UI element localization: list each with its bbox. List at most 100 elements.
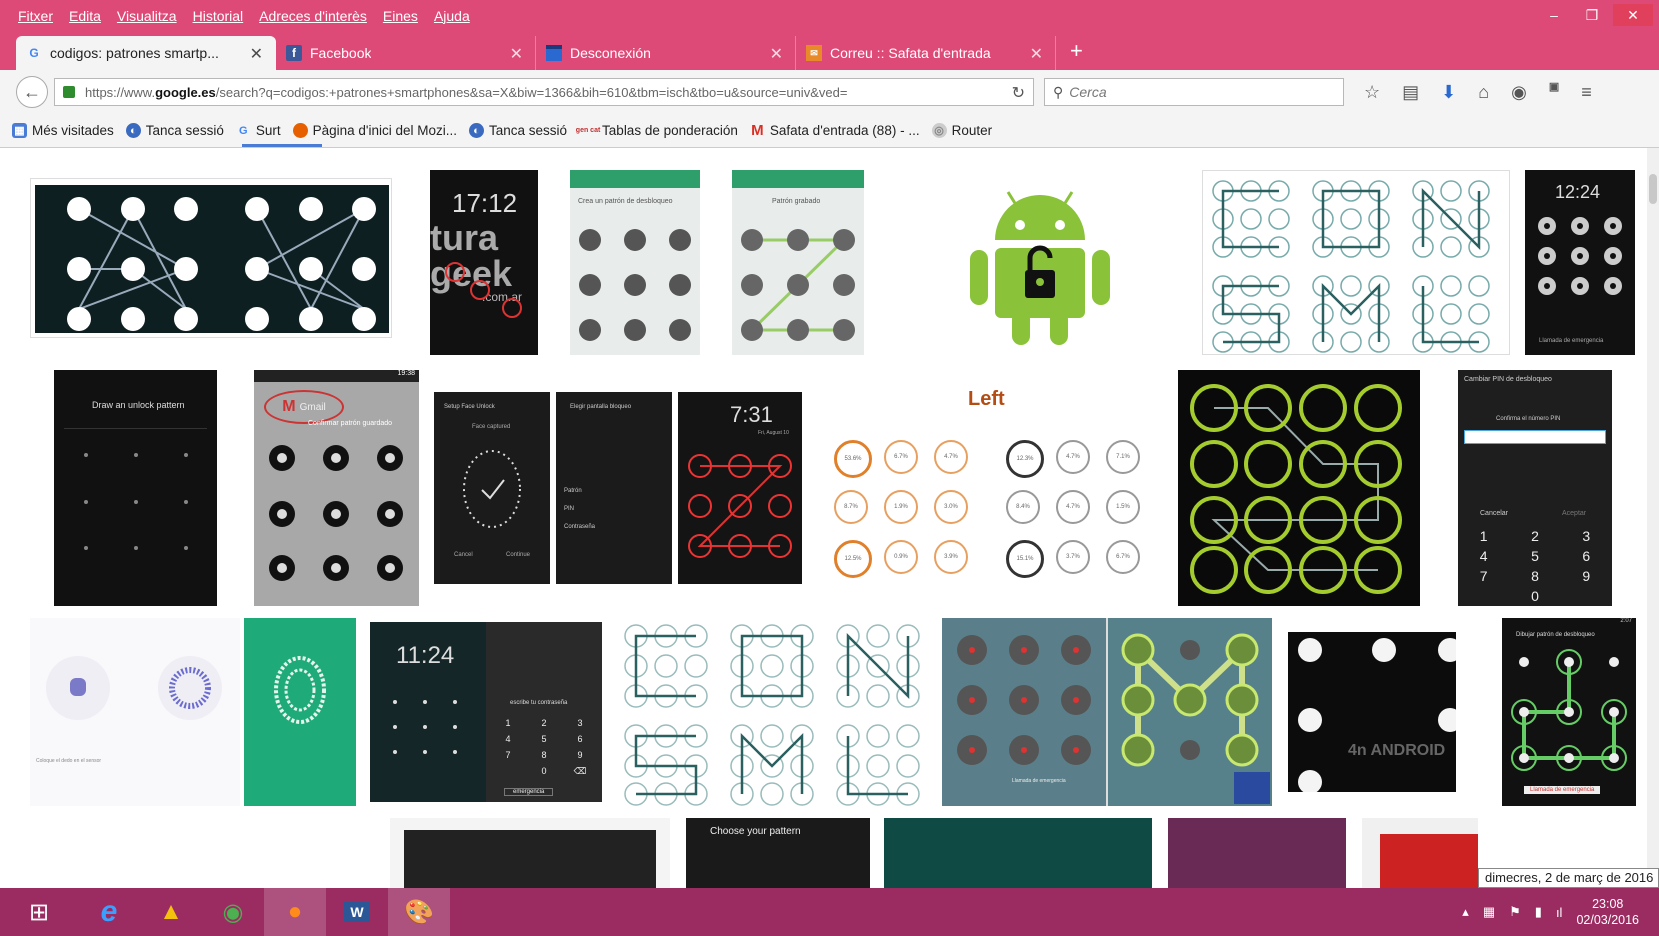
result-image-9[interactable]: 19:38 M Gmail Confirmar patrón guardado bbox=[254, 370, 419, 606]
chat-icon[interactable]: ◉ bbox=[1511, 82, 1527, 103]
result-image-4[interactable]: Patrón grabado bbox=[732, 170, 864, 355]
backspace-icon[interactable]: ⌫ bbox=[562, 766, 598, 777]
continue-button[interactable]: Continue bbox=[506, 552, 530, 558]
result-image-25[interactable] bbox=[884, 818, 1152, 888]
menu-help[interactable]: Ajuda bbox=[434, 8, 470, 24]
result-image-2[interactable]: 17:12 tura geek .com.ar bbox=[430, 170, 538, 355]
result-image-17[interactable] bbox=[244, 618, 356, 806]
result-image-15[interactable]: Cambiar PIN de desbloqueo Confirma el nú… bbox=[1458, 370, 1612, 606]
result-image-27[interactable] bbox=[1362, 818, 1478, 888]
result-image-7[interactable]: 12:24 Llamada de emergencia bbox=[1525, 170, 1635, 355]
result-image-1[interactable] bbox=[30, 178, 392, 338]
close-tab-icon[interactable]: ✕ bbox=[510, 44, 523, 64]
key-1[interactable]: 1 bbox=[1458, 528, 1509, 544]
key-7[interactable]: 7 bbox=[490, 750, 526, 760]
key-4[interactable]: 4 bbox=[1458, 548, 1509, 564]
menu-edit[interactable]: Edita bbox=[69, 8, 101, 24]
result-image-5[interactable] bbox=[890, 170, 1188, 355]
bookmark-router[interactable]: ◎ Router bbox=[931, 123, 992, 138]
tab-facebook[interactable]: f Facebook ✕ bbox=[276, 36, 536, 70]
menu-file[interactable]: Fitxer bbox=[18, 8, 53, 24]
flag-icon[interactable]: ⚑ bbox=[1509, 904, 1521, 920]
taskbar-paint[interactable]: 🎨 bbox=[388, 888, 450, 936]
pin-input[interactable] bbox=[1464, 430, 1606, 444]
option-pin[interactable]: PIN bbox=[564, 506, 574, 512]
back-button[interactable]: ← bbox=[16, 76, 48, 108]
result-image-19[interactable] bbox=[616, 618, 928, 806]
menu-bookmarks[interactable]: Adreces d'interès bbox=[259, 8, 367, 24]
start-button[interactable]: ⊞ bbox=[0, 888, 78, 936]
emergency-call-button[interactable]: Llamada de emergencia bbox=[1524, 786, 1601, 794]
close-tab-icon[interactable]: ✕ bbox=[770, 44, 783, 64]
taskbar-drive[interactable]: ▲ bbox=[140, 888, 202, 936]
key-7[interactable]: 7 bbox=[1458, 568, 1509, 584]
vertical-scrollbar[interactable] bbox=[1647, 148, 1659, 888]
reload-icon[interactable]: ↻ bbox=[1012, 83, 1025, 103]
reading-list-icon[interactable]: ▤ bbox=[1402, 82, 1419, 103]
key-2[interactable]: 2 bbox=[526, 718, 562, 728]
scrollbar-thumb[interactable] bbox=[1649, 174, 1657, 204]
result-image-24[interactable]: Choose your pattern bbox=[686, 818, 870, 888]
bookmark-logout-1[interactable]: ◐ Tanca sessió bbox=[125, 123, 224, 138]
key-9[interactable]: 9 bbox=[1561, 568, 1612, 584]
tab-disconnect[interactable]: Desconexión ✕ bbox=[536, 36, 796, 70]
key-8[interactable]: 8 bbox=[526, 750, 562, 760]
key-3[interactable]: 3 bbox=[562, 718, 598, 728]
chevron-up-icon[interactable]: ▴ bbox=[1462, 904, 1469, 920]
bookmark-logout-2[interactable]: ◐ Tanca sessió bbox=[469, 123, 567, 138]
star-icon[interactable]: ☆ bbox=[1364, 82, 1380, 103]
emergency-button[interactable]: emergencia bbox=[504, 788, 554, 796]
accept-button[interactable]: Aceptar bbox=[1562, 510, 1586, 517]
taskbar-firefox[interactable]: ● bbox=[264, 888, 326, 936]
close-window-icon[interactable]: ✕ bbox=[1613, 4, 1653, 26]
result-image-8[interactable]: Draw an unlock pattern bbox=[54, 370, 217, 606]
key-2[interactable]: 2 bbox=[1509, 528, 1560, 544]
result-image-6[interactable] bbox=[1202, 170, 1510, 355]
restore-icon[interactable]: ❐ bbox=[1575, 4, 1609, 26]
key-1[interactable]: 1 bbox=[490, 718, 526, 728]
clock[interactable]: 23:08 02/03/2016 bbox=[1576, 896, 1639, 928]
tab-mail[interactable]: ✉ Correu :: Safata d'entrada ✕ bbox=[796, 36, 1056, 70]
result-image-21[interactable]: 4n ANDROID bbox=[1288, 632, 1456, 792]
url-bar[interactable]: https://www.google.es/search?q=codigos:+… bbox=[54, 78, 1034, 106]
youtube-icon[interactable]: ▣ bbox=[1549, 81, 1559, 103]
result-image-10[interactable]: Setup Face Unlock Face captured Cancel C… bbox=[434, 392, 550, 584]
menu-tools[interactable]: Eines bbox=[383, 8, 418, 24]
key-3[interactable]: 3 bbox=[1561, 528, 1612, 544]
download-icon[interactable]: ⬇ bbox=[1441, 82, 1456, 103]
home-icon[interactable]: ⌂ bbox=[1478, 82, 1489, 103]
new-tab-button[interactable]: + bbox=[1070, 38, 1083, 64]
menu-history[interactable]: Historial bbox=[193, 8, 244, 24]
result-image-20[interactable]: Llamada de emergencia bbox=[942, 618, 1272, 806]
cancel-button[interactable]: Cancelar bbox=[1480, 510, 1508, 517]
bookmark-most-visited[interactable]: ▦ Més visitades bbox=[12, 123, 114, 138]
result-image-26[interactable] bbox=[1168, 818, 1346, 888]
taskbar-word[interactable]: W bbox=[326, 888, 388, 936]
signal-icon[interactable]: ıl bbox=[1556, 905, 1563, 920]
close-tab-icon[interactable]: ✕ bbox=[250, 44, 263, 64]
taskbar-ie[interactable]: e bbox=[78, 888, 140, 936]
result-image-16[interactable]: Coloque el dedo en el sensor bbox=[30, 618, 240, 806]
cancel-button[interactable]: Cancel bbox=[454, 552, 473, 558]
key-8[interactable]: 8 bbox=[1509, 568, 1560, 584]
result-image-14[interactable] bbox=[1178, 370, 1420, 606]
result-image-18[interactable]: 11:24 escribe tu contraseña 123 456 789 … bbox=[370, 622, 602, 802]
key-9[interactable]: 9 bbox=[562, 750, 598, 760]
bookmark-inbox[interactable]: M Safata d'entrada (88) - ... bbox=[750, 122, 919, 139]
key-0[interactable]: 0 bbox=[1509, 588, 1560, 604]
bookmark-exit[interactable]: G Surt bbox=[236, 123, 281, 138]
option-password[interactable]: Contraseña bbox=[564, 524, 595, 530]
result-image-11[interactable]: Elegir pantalla bloqueo Patrón PIN Contr… bbox=[556, 392, 672, 584]
key-0[interactable]: 0 bbox=[526, 766, 562, 777]
key-6[interactable]: 6 bbox=[562, 734, 598, 744]
result-image-3[interactable]: Crea un patrón de desbloqueo bbox=[570, 170, 700, 355]
option-pattern[interactable]: Patrón bbox=[564, 488, 582, 494]
result-image-22[interactable]: 2:07 Dibujar patrón de desbloqueo Llamad… bbox=[1502, 618, 1636, 806]
tab-google-search[interactable]: G codigos: patrones smartp... ✕ bbox=[16, 36, 276, 70]
network-icon[interactable]: ▦ bbox=[1483, 904, 1495, 920]
hamburger-menu-icon[interactable]: ≡ bbox=[1581, 82, 1592, 103]
result-image-23[interactable] bbox=[390, 818, 670, 888]
key-4[interactable]: 4 bbox=[490, 734, 526, 744]
key-6[interactable]: 6 bbox=[1561, 548, 1612, 564]
close-tab-icon[interactable]: ✕ bbox=[1030, 44, 1043, 64]
